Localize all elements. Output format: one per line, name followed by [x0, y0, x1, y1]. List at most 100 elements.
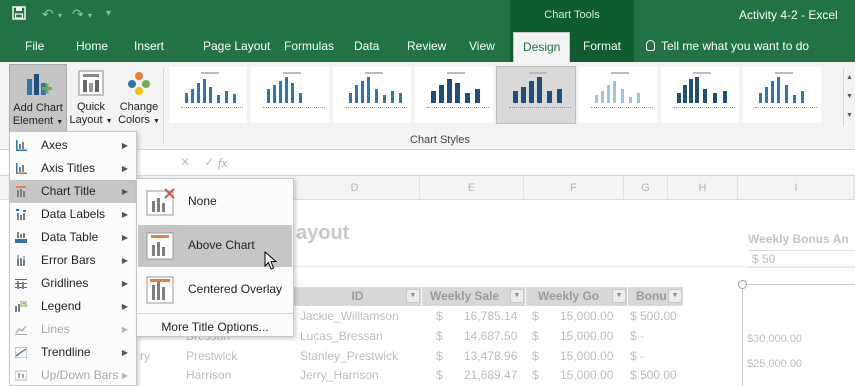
table-cell-bonus[interactable]: $ -	[630, 329, 644, 343]
filter-dropdown-icon[interactable]: ▼	[612, 289, 626, 303]
title-bar: ↶ ▾ ↷ ▾ ▾ Chart Tools Activity 4-2 - Exc…	[0, 0, 855, 30]
window-title: Activity 4-2 - Excel	[739, 8, 838, 22]
menu-item-chart-title[interactable]: Chart Title ▶	[10, 180, 136, 203]
table-cell-last-name[interactable]: Prestwick	[186, 349, 237, 363]
tab-formulas[interactable]: Formulas	[284, 30, 334, 62]
tab-page-layout[interactable]: Page Layout	[203, 30, 270, 62]
menu-item-gridlines[interactable]: Gridlines ▶	[10, 272, 136, 295]
table-cell-id[interactable]: Jerry_Harrison	[300, 368, 379, 382]
customize-quick-access-icon[interactable]: ▾	[106, 8, 111, 19]
table-cell-bonus[interactable]: $ 500.00	[630, 309, 677, 323]
column-header-h[interactable]: H	[668, 176, 738, 200]
chart-styles-group-label: Chart Styles	[410, 134, 470, 146]
table-cell-goal[interactable]: 15,000.00	[560, 349, 613, 363]
add-chart-element-button[interactable]: Add Chart Element ▼	[9, 64, 67, 132]
menu-item-error-bars[interactable]: Error Bars ▶	[10, 249, 136, 272]
table-cell-bonus[interactable]: $ -	[630, 349, 644, 363]
submenu-item-centered-overlay[interactable]: Centered Overlay	[138, 269, 292, 311]
table-cell-goal[interactable]: 15,000.00	[560, 368, 613, 382]
menu-item-trendline[interactable]: Trendline ▶	[10, 341, 136, 364]
quick-layout-label-1: Quick	[76, 101, 106, 113]
gallery-more-icon[interactable]: ▼	[844, 106, 855, 125]
menu-item-label: Axes	[41, 138, 68, 152]
table-cell-goal[interactable]: 15,000.00	[560, 309, 613, 323]
redo-dropdown-icon[interactable]: ▾	[88, 11, 92, 20]
mouse-pointer-icon	[264, 251, 278, 270]
quick-layout-button[interactable]: Quick Layout ▼	[68, 64, 114, 132]
menu-item-data-labels[interactable]: Data Labels ▶	[10, 203, 136, 226]
chart-style-thumbnail-4[interactable]	[414, 66, 494, 124]
column-header-e[interactable]: E	[420, 176, 524, 200]
table-header-weekly-sales[interactable]: Weekly Sale ▼	[422, 287, 526, 306]
chart-style-thumbnail-8[interactable]	[742, 66, 822, 124]
table-cell-id[interactable]: Jackie_Williamson	[300, 309, 399, 323]
thumb-bars	[593, 75, 653, 103]
menu-item-data-table[interactable]: Data Table ▶	[10, 226, 136, 249]
filter-dropdown-icon[interactable]: ▼	[668, 289, 682, 303]
tab-insert[interactable]: Insert	[134, 30, 164, 62]
table-cell-goal-sym: $	[532, 329, 539, 343]
table-cell-sales[interactable]: 21,689.47	[464, 368, 517, 382]
thumb-bars	[265, 75, 325, 103]
tab-home[interactable]: Home	[76, 30, 108, 62]
sheet-title-fragment: ayout	[296, 222, 350, 244]
chart-resize-handle[interactable]	[738, 280, 747, 289]
tell-me-search[interactable]: Tell me what you want to do	[646, 30, 809, 62]
tab-view[interactable]: View	[469, 30, 495, 62]
redo-icon[interactable]: ↷	[72, 6, 84, 23]
filter-dropdown-icon[interactable]: ▼	[406, 289, 420, 303]
undo-dropdown-icon[interactable]: ▾	[58, 11, 62, 20]
thumb-axis	[509, 107, 571, 111]
column-header-g[interactable]: G	[624, 176, 668, 200]
table-cell-bonus[interactable]: $ 500.00	[630, 368, 677, 382]
tab-data[interactable]: Data	[354, 30, 379, 62]
chart-style-thumbnail-5-selected[interactable]	[496, 66, 576, 124]
menu-item-legend[interactable]: Legend ▶	[10, 295, 136, 318]
gallery-up-icon[interactable]: ▲	[844, 68, 855, 87]
table-cell-sales[interactable]: 13,478.96	[464, 349, 517, 363]
chart-tools-context-label: Chart Tools	[510, 0, 634, 30]
table-cell-goal[interactable]: 15,000.00	[560, 329, 613, 343]
embedded-chart[interactable]: $30,000.00 $25,000.00	[738, 280, 855, 386]
chart-style-thumbnail-7[interactable]	[660, 66, 740, 124]
table-cell-last-name[interactable]: Harrison	[186, 368, 231, 382]
table-cell-fragment[interactable]: ry	[140, 349, 150, 363]
chart-style-thumbnail-3[interactable]	[332, 66, 412, 124]
column-header-d[interactable]: D	[290, 176, 420, 200]
tab-file[interactable]: File	[25, 30, 44, 62]
menu-item-axis-titles[interactable]: Axis Titles ▶	[10, 157, 136, 180]
table-cell-id[interactable]: Stanley_Prestwick	[300, 349, 398, 363]
change-colors-button[interactable]: Change Colors ▼	[117, 64, 161, 132]
tab-review[interactable]: Review	[407, 30, 446, 62]
chart-style-thumbnail-2[interactable]	[250, 66, 330, 124]
header-label: Bonu	[636, 289, 667, 303]
submenu-arrow-icon: ▶	[121, 141, 128, 150]
menu-item-label: Legend	[41, 299, 82, 313]
gallery-down-icon[interactable]: ▼	[844, 87, 855, 106]
chart-style-thumbnail-6[interactable]	[578, 66, 658, 124]
table-cell-id[interactable]: Lucas_Bressan	[300, 329, 383, 343]
table-header-weekly-goal[interactable]: Weekly Go ▼	[526, 287, 628, 306]
legend-icon	[15, 301, 27, 312]
table-cell-sales[interactable]: 16,785.14	[464, 309, 517, 323]
table-header-bonus[interactable]: Bonu ▼	[628, 287, 684, 306]
column-header-i[interactable]: I	[738, 176, 855, 200]
column-header-f[interactable]: F	[524, 176, 624, 200]
menu-item-label: Error Bars	[41, 253, 96, 267]
dropdown-caret-icon: ▼	[105, 118, 113, 125]
table-header-id[interactable]: ID ▼	[294, 287, 422, 306]
tab-format[interactable]: Format	[583, 30, 621, 62]
table-cell-sales[interactable]: 14,687.50	[464, 329, 517, 343]
filter-dropdown-icon[interactable]: ▼	[510, 289, 524, 303]
insert-function-icon[interactable]: fx	[218, 155, 227, 171]
chart-style-thumbnail-1[interactable]	[168, 66, 248, 124]
more-title-options-link[interactable]: More Title Options...	[137, 313, 293, 334]
submenu-item-none[interactable]: None	[138, 181, 292, 223]
gallery-scroll[interactable]: ▲ ▼ ▼	[843, 68, 855, 126]
menu-item-axes[interactable]: Axes ▶	[10, 134, 136, 157]
undo-icon[interactable]: ↶	[42, 6, 54, 23]
thumb-axis	[591, 107, 653, 111]
save-icon[interactable]	[12, 6, 26, 23]
chart-title-above-icon	[146, 232, 174, 260]
tab-design[interactable]: Design	[513, 32, 571, 62]
